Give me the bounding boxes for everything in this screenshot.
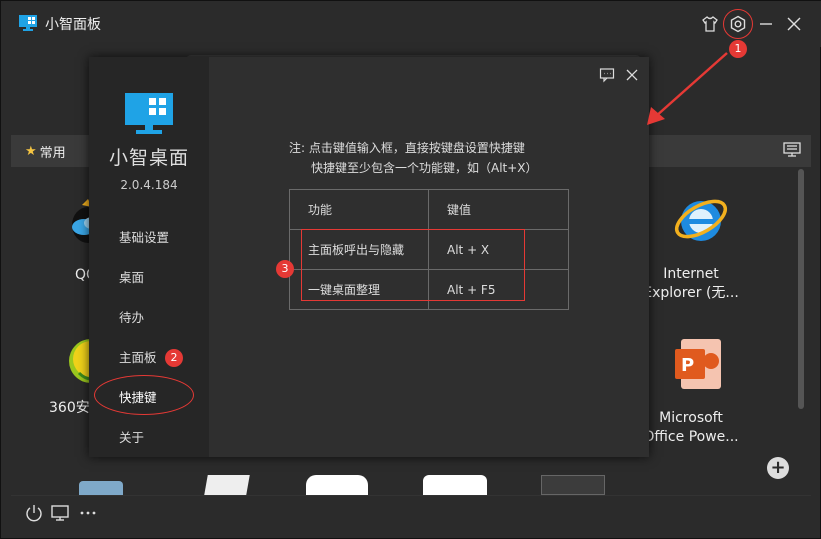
app-tile-partial[interactable] <box>79 481 123 495</box>
monitor-icon[interactable] <box>51 504 69 522</box>
add-app-button[interactable]: + <box>767 457 789 479</box>
app-logo-icon <box>19 15 37 31</box>
column-header-key: 键值 <box>428 189 569 230</box>
main-window: 小智面板 ★ 常用 QQ 360安 Internet Explorer (无..… <box>0 0 821 539</box>
desktop-view-icon[interactable] <box>783 142 801 158</box>
app-logo-icon <box>125 93 173 134</box>
tshirt-icon <box>702 16 718 32</box>
annotation-rect-shortcut-rows <box>301 229 525 301</box>
tab-common-label: 常用 <box>39 146 66 161</box>
internet-explorer-icon <box>674 199 728 241</box>
annotation-badge-3: 3 <box>276 260 294 278</box>
nav-item-todo[interactable]: 待办 <box>119 307 144 326</box>
app-tile-partial[interactable] <box>541 475 605 495</box>
power-icon[interactable] <box>25 504 43 522</box>
annotation-circle-settings <box>723 9 753 39</box>
dialog-app-name: 小智桌面 <box>108 147 189 169</box>
tab-common[interactable]: ★ 常用 <box>25 142 66 161</box>
table-header-row: 功能 键值 <box>289 189 569 230</box>
nav-item-main-panel[interactable]: 主面板 <box>119 347 157 366</box>
app-tile-partial[interactable] <box>204 475 250 495</box>
svg-text:P: P <box>681 355 694 376</box>
app-title: 小智面板 <box>45 17 101 33</box>
star-icon: ★ <box>25 144 37 159</box>
annotation-badge-1: 1 <box>729 40 747 58</box>
skin-button[interactable] <box>699 13 721 35</box>
app-tile-label: Internet <box>663 266 719 282</box>
dialog-close-icon[interactable] <box>624 67 640 83</box>
feedback-icon[interactable] <box>599 67 615 83</box>
more-icon[interactable] <box>79 504 97 522</box>
annotation-circle-shortcuts <box>94 375 194 415</box>
close-button[interactable] <box>783 13 805 35</box>
app-tile-label: Microsoft <box>659 410 723 426</box>
app-tile-label-2: Explorer (无... <box>643 285 739 301</box>
nav-item-desktop[interactable]: 桌面 <box>119 267 144 286</box>
shortcut-note-line-1: 注: 点击键值输入框，直接按键盘设置快捷键 <box>289 141 525 155</box>
app-tile-label-2: Office Powe... <box>643 429 739 445</box>
nav-item-basic[interactable]: 基础设置 <box>119 227 169 246</box>
nav-item-about[interactable]: 关于 <box>119 427 144 446</box>
minimize-icon <box>760 23 772 25</box>
column-header-function: 功能 <box>289 189 429 230</box>
app-tile-partial[interactable] <box>423 475 487 495</box>
title-bar: 小智面板 <box>1 1 821 47</box>
app-tile-powerpoint[interactable]: P Microsoft Office Powe... <box>641 333 741 447</box>
app-tile-ie[interactable]: Internet Explorer (无... <box>641 189 741 303</box>
powerpoint-icon: P <box>675 339 721 389</box>
dialog-version: 2.0.4.184 <box>120 178 178 192</box>
close-icon <box>787 17 801 31</box>
bottom-bar <box>11 495 811 527</box>
scrollbar[interactable] <box>798 169 804 409</box>
shortcut-note-line-2: 快捷键至少包含一个功能键，如（Alt+X） <box>311 161 538 175</box>
app-tile-partial[interactable] <box>306 475 368 495</box>
annotation-arrow <box>647 52 728 125</box>
annotation-badge-2: 2 <box>165 349 183 367</box>
minimize-button[interactable] <box>755 13 777 35</box>
